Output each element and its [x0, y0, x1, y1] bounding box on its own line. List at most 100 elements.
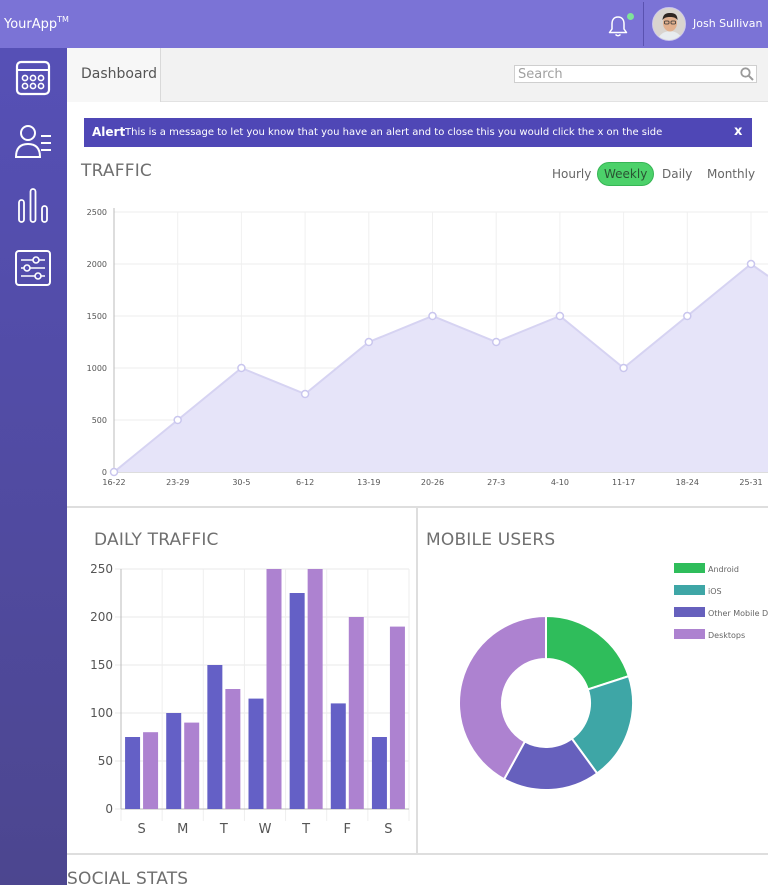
x-tick-label: 25-31 [739, 478, 762, 487]
social-stats-title: SOCIAL STATS [67, 869, 189, 885]
data-point [300, 389, 310, 399]
traffic-line-chart: 0 500 1000 1500 2000 2500 16-22 23-29 30-5 6-12 13… [87, 208, 768, 487]
bar [307, 569, 323, 809]
data-point [109, 467, 119, 477]
bar [207, 665, 223, 809]
app-root: YourAppTM Josh Sullivan Dashboard Search… [0, 0, 768, 885]
x-tick-label: F [344, 822, 351, 837]
logo-trademark: TM [57, 15, 69, 24]
x-tick-label: M [177, 822, 188, 837]
x-tick-label: 30-5 [232, 478, 250, 487]
legend-swatch [674, 629, 705, 639]
legend-label: Other Mobile Devices [708, 609, 768, 618]
legend-swatch [674, 563, 705, 573]
bar [348, 617, 364, 809]
y-tick-label: 1000 [87, 364, 107, 373]
data-point [683, 311, 692, 321]
x-tick-label: T [219, 822, 228, 837]
period-monthly[interactable]: Monthly [707, 167, 755, 181]
data-point [428, 311, 437, 321]
period-hourly[interactable]: Hourly [552, 167, 591, 181]
avatar-image [653, 8, 685, 40]
donut-slice [545, 614, 631, 691]
y-tick-label: 500 [92, 416, 107, 425]
period-weekly[interactable]: Weekly [597, 162, 655, 186]
settings-sliders-icon[interactable] [13, 248, 53, 288]
app-logo[interactable]: YourAppTM [4, 15, 69, 32]
alert-close-button[interactable]: x [734, 124, 742, 139]
data-point [237, 363, 246, 373]
section-divider [67, 853, 768, 855]
data-point [364, 337, 374, 347]
data-point [619, 363, 628, 373]
daily-traffic-bar-chart: 0 50 100 150 200 250 S M T W T F S [90, 562, 410, 837]
x-tick-label: 11-17 [612, 478, 635, 487]
y-tick-label: 0 [105, 802, 113, 816]
y-tick-label: 2000 [87, 260, 107, 269]
x-tick-label: 16-22 [102, 478, 125, 487]
top-header: YourAppTM Josh Sullivan [0, 0, 768, 48]
bar [266, 569, 282, 809]
members-icon[interactable] [13, 120, 53, 160]
tab-dashboard[interactable]: Dashboard [67, 48, 161, 102]
avatar[interactable] [652, 7, 686, 41]
bar [248, 698, 264, 809]
data-point [555, 311, 565, 321]
tab-dashboard-label: Dashboard [81, 66, 157, 82]
period-daily[interactable]: Daily [662, 167, 692, 181]
bar [289, 593, 305, 809]
legend-label: iOS [708, 587, 722, 596]
calendar-icon[interactable] [13, 58, 53, 98]
alert-banner: Alert This is a message to let you know … [84, 118, 752, 147]
bell-icon[interactable] [607, 14, 629, 38]
mobile-users-donut-chart: Android iOS Other Mobile Devices Desktops [458, 563, 768, 791]
sidebar [0, 48, 67, 885]
bar [184, 722, 200, 809]
bar-chart-icon[interactable] [13, 186, 53, 226]
y-tick-label: 50 [98, 754, 113, 768]
traffic-title: TRAFFIC [81, 161, 152, 181]
legend-swatch [674, 585, 705, 595]
y-tick-label: 1500 [87, 312, 107, 321]
top-bar: Dashboard [67, 48, 768, 102]
mobile-users-title: MOBILE USERS [426, 530, 556, 550]
x-tick-label: 4-10 [551, 478, 569, 487]
alert-message: This is a message to let you know that y… [125, 127, 663, 138]
legend-label: Android [708, 565, 739, 574]
data-point [491, 337, 501, 347]
daily-traffic-title: DAILY TRAFFIC [94, 530, 219, 550]
bar [125, 737, 141, 809]
data-point [746, 259, 756, 269]
y-tick-label: 0 [102, 468, 107, 477]
x-tick-label: W [259, 822, 272, 837]
bar [166, 713, 182, 809]
user-name[interactable]: Josh Sullivan [693, 17, 763, 30]
x-tick-label: S [384, 822, 392, 837]
legend-swatch [674, 607, 705, 617]
legend-label: Desktops [708, 631, 745, 640]
bar [371, 737, 387, 809]
data-point [173, 415, 182, 425]
x-tick-label: S [137, 822, 145, 837]
bar [330, 703, 346, 809]
x-tick-label: 6-12 [296, 478, 314, 487]
header-divider [643, 2, 644, 46]
y-tick-label: 100 [90, 706, 113, 720]
y-tick-label: 2500 [87, 208, 107, 217]
x-tick-label: 23-29 [166, 478, 189, 487]
y-tick-label: 200 [90, 610, 113, 624]
y-tick-label: 150 [90, 658, 113, 672]
x-tick-label: 20-26 [421, 478, 444, 487]
bar [389, 626, 405, 809]
alert-title: Alert [92, 125, 126, 139]
x-tick-label: 18-24 [676, 478, 699, 487]
logo-text: YourApp [4, 17, 58, 32]
notification-dot [627, 13, 634, 20]
x-tick-label: 27-3 [487, 478, 505, 487]
y-tick-label: 250 [90, 562, 113, 576]
bar [143, 732, 159, 809]
search-icon[interactable] [740, 67, 754, 81]
bar [225, 689, 241, 809]
search-input[interactable] [514, 65, 757, 83]
x-tick-label: 13-19 [357, 478, 380, 487]
